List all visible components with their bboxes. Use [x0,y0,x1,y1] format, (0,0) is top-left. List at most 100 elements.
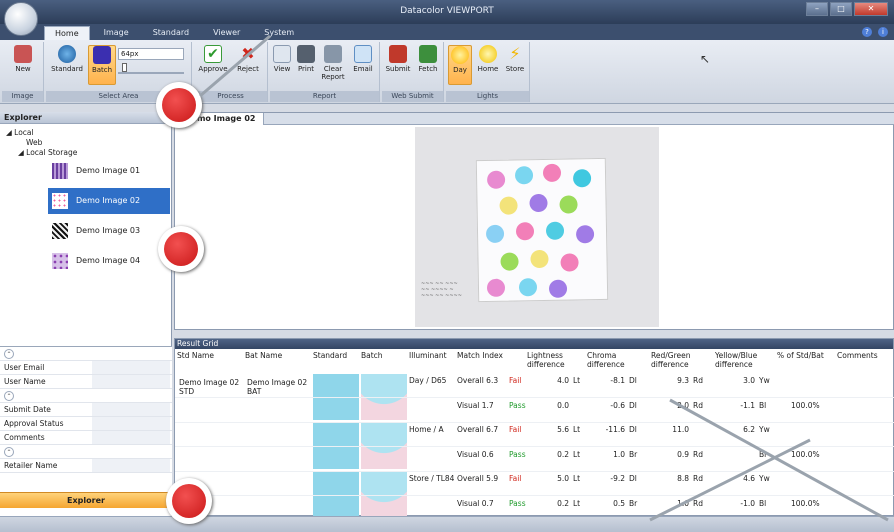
print-button[interactable]: Print [294,45,318,73]
tree-item-local-storage[interactable]: ◢ Local Storage [18,148,77,157]
yellow-blue-cell: -1.0 [740,499,755,508]
tab-home[interactable]: Home [44,26,90,40]
email-button[interactable]: Email [350,45,376,73]
col-illuminant[interactable]: Illuminant [409,351,447,360]
tree-item-web[interactable]: Web [26,138,42,147]
user-email-value[interactable] [92,361,170,374]
tab-image[interactable]: Image [94,26,139,40]
tree-item-local[interactable]: ◢ Local [6,128,34,137]
app-menu-orb[interactable] [4,2,38,36]
properties-panel: ⌃ User Email User Name ⌃ Submit Date App… [0,346,172,494]
lightness-cell: 0.2 [557,450,569,459]
col-red-green[interactable]: Red/Green difference [651,351,705,369]
thumbnail [52,223,68,239]
size-slider[interactable] [118,63,184,74]
standard-button[interactable]: Standard [50,45,84,73]
col-percent[interactable]: % of Std/Bat [777,351,824,360]
prop-submit-date: Submit Date [0,403,172,417]
slider-thumb[interactable] [122,63,127,72]
group-process: ✔ Approve ✖ Reject Process [194,42,268,102]
fetch-button[interactable]: Fetch [414,45,442,73]
view-icon [273,45,291,63]
window-controls: – □ ✕ [806,2,888,16]
percent-cell: 100.0% [791,401,820,410]
list-item[interactable]: Demo Image 01 [48,158,170,184]
fetch-icon [419,45,437,63]
list-item[interactable]: Demo Image 03 [48,218,170,244]
minimize-icon[interactable]: – [806,2,828,16]
status-badge: Fail [509,376,522,385]
store-light-button[interactable]: ⚡ Store [502,45,528,73]
handwritten-notes: ~~~ ~~ ~~~ ~~ ~~~~ ~ ~~~ ~~ ~~~~ [421,281,462,299]
clear-icon [324,45,342,63]
annotation-marker [156,82,202,128]
new-button[interactable]: New [6,45,40,73]
chroma-cell: 1.0 [613,450,625,459]
col-match-index[interactable]: Match Index [457,351,503,360]
yellow-blue-unit: Bl [759,401,767,410]
col-chroma[interactable]: Chroma difference [587,351,635,369]
col-std-name[interactable]: Std Name [177,351,214,360]
reject-button[interactable]: ✖ Reject [232,45,264,73]
batch-icon [93,46,111,64]
info-icon[interactable]: i [878,27,888,37]
bat-name-cell: Demo Image 02 BAT [247,378,308,396]
row-divider [175,495,894,496]
lightness-unit: Lt [573,499,581,508]
tab-viewer[interactable]: Viewer [203,26,250,40]
user-name-value[interactable] [92,375,170,388]
image-viewer[interactable]: ~~~ ~~ ~~~ ~~ ~~~~ ~ ~~~ ~~ ~~~~ [415,127,659,327]
collapse-icon[interactable]: ⌃ [4,349,14,359]
bulb-icon [479,45,497,63]
retailer-name-value[interactable] [92,459,170,472]
row-divider [175,422,894,423]
clear-report-button[interactable]: Clear Report [318,45,348,81]
help-icon[interactable]: ? [862,27,872,37]
home-light-button[interactable]: Home [476,45,500,73]
approval-status-value[interactable] [92,417,170,430]
col-bat-name[interactable]: Bat Name [245,351,282,360]
col-standard[interactable]: Standard [313,351,347,360]
lightness-unit: Lt [573,425,581,434]
lightness-cell: 4.0 [557,376,569,385]
new-icon [14,45,32,63]
col-comments[interactable]: Comments [837,351,878,360]
maximize-icon[interactable]: □ [830,2,852,16]
batch-button[interactable]: Batch [88,45,116,85]
submit-button[interactable]: Submit [384,45,412,73]
tab-standard[interactable]: Standard [143,26,199,40]
comments-value[interactable] [92,431,170,444]
chroma-unit: Dl [629,376,637,385]
yellow-blue-cell: 6.2 [743,425,755,434]
prop-approval-status: Approval Status [0,417,172,431]
col-lightness[interactable]: Lightness difference [527,351,575,369]
prop-retailer-name: Retailer Name [0,459,172,473]
collapse-icon[interactable]: ⌃ [4,447,14,457]
view-button[interactable]: View [270,45,294,73]
image-panel: Demo Image 02 ~~~ ~~ ~~~ ~~ ~~~~ ~ ~~~ ~… [174,112,894,330]
chroma-cell: -0.6 [610,401,625,410]
day-button[interactable]: Day [448,45,472,85]
status-badge: Fail [509,425,522,434]
lightness-unit: Lt [573,474,581,483]
envelope-icon [354,45,372,63]
list-item[interactable]: Demo Image 04 [48,248,170,274]
tab-system[interactable]: System [254,26,304,40]
approve-button[interactable]: ✔ Approve [196,45,230,73]
thumbnail [52,193,68,209]
red-green-cell: 1.0 [677,499,689,508]
status-badge: Pass [509,401,526,410]
lightness-cell: 0.0 [557,401,569,410]
list-item[interactable]: Demo Image 02 [48,188,170,214]
submit-date-value[interactable] [92,403,170,416]
size-dropdown[interactable]: 64px [118,48,184,60]
yellow-blue-cell: -1.1 [740,401,755,410]
status-badge: Fail [509,474,522,483]
fabric-sample-image [475,157,609,303]
col-batch[interactable]: Batch [361,351,383,360]
collapse-icon[interactable]: ⌃ [4,391,14,401]
col-yellow-blue[interactable]: Yellow/Blue difference [715,351,771,369]
lightness-unit: Lt [573,450,581,459]
explorer-nav-button[interactable]: Explorer [0,492,172,508]
close-icon[interactable]: ✕ [854,2,888,16]
